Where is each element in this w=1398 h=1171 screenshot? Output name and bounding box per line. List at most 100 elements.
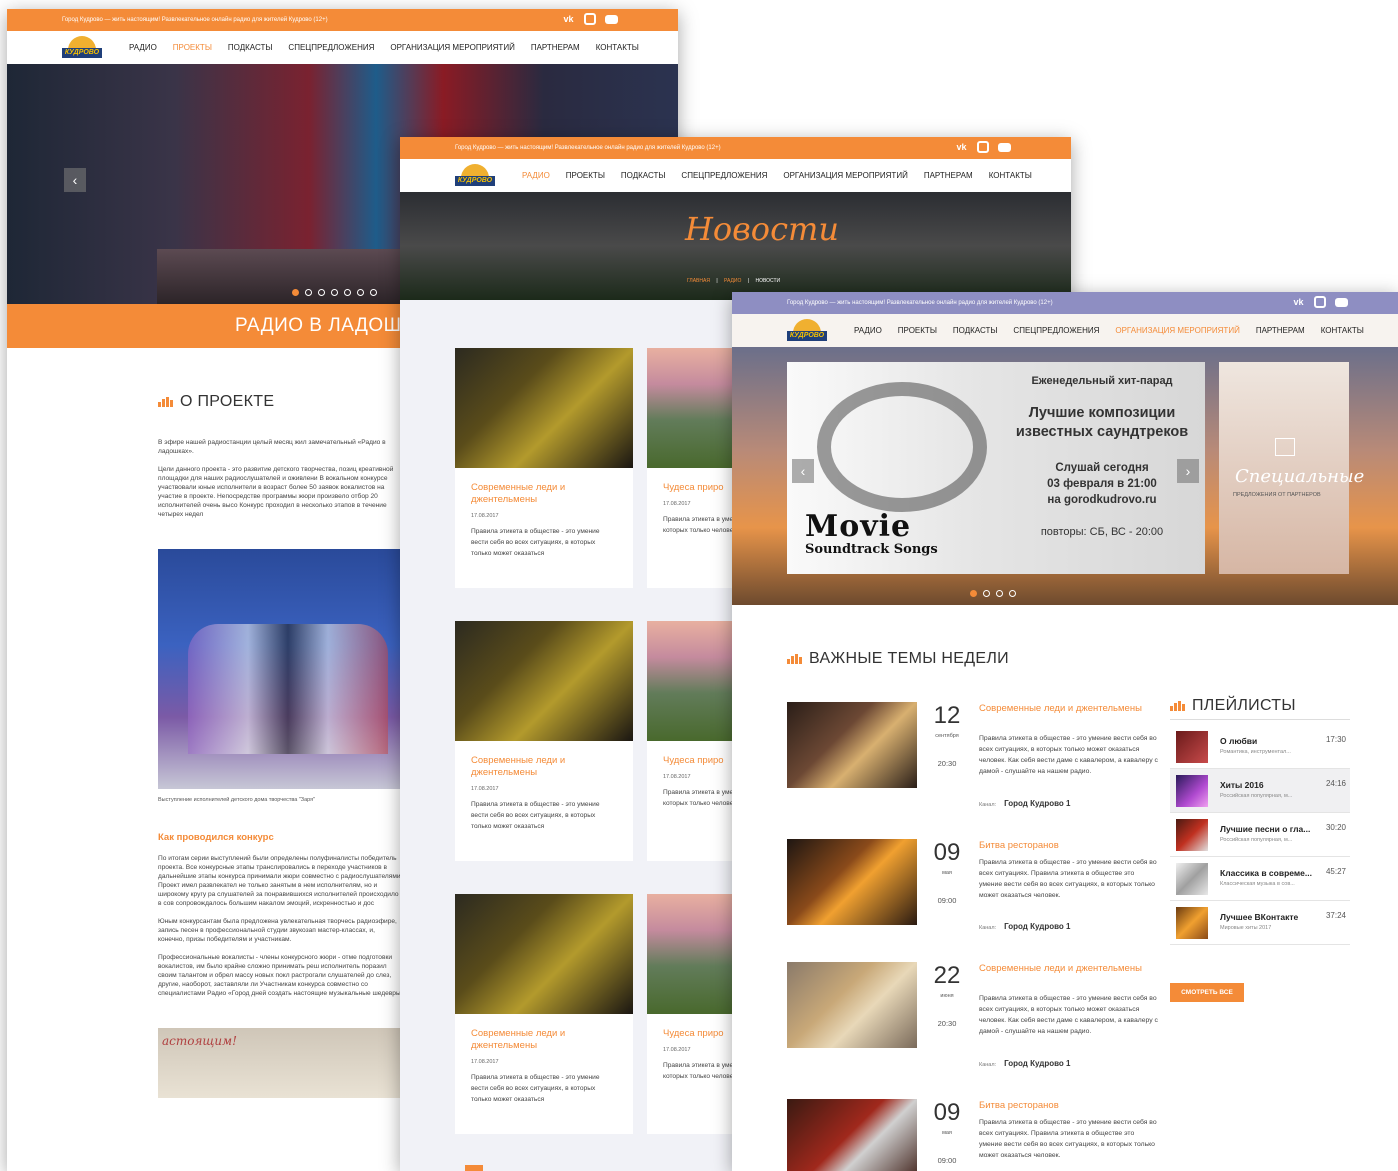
social-icons: vk	[562, 13, 618, 25]
slide-side-offer[interactable]: Специальные ПРЕДЛОЖЕНИЯ ОТ ПАРТНЕРОВ	[1219, 362, 1364, 574]
site-logo[interactable]: КУДРОВО	[62, 36, 102, 60]
news-item-image	[787, 702, 917, 788]
news-channel-name[interactable]: Город Кудрово 1	[1004, 922, 1070, 931]
pagination-marker[interactable]	[465, 1165, 483, 1171]
instagram-icon[interactable]	[1314, 296, 1326, 308]
slider-dot[interactable]	[331, 289, 338, 296]
vk-icon[interactable]: vk	[1292, 296, 1305, 308]
news-card[interactable]: Современные леди и джентельмены 17.08.20…	[455, 621, 633, 861]
nav-events[interactable]: ОРГАНИЗАЦИЯ МЕРОПРИЯТИЙ	[390, 43, 514, 52]
nav-special-offers[interactable]: СПЕЦПРЕДЛОЖЕНИЯ	[288, 43, 374, 52]
hero-title: Новости	[685, 210, 839, 248]
nav-projects[interactable]: ПРОЕКТЫ	[566, 171, 605, 180]
slider-prev-arrow[interactable]: ‹	[792, 459, 814, 483]
youtube-icon[interactable]	[998, 143, 1011, 152]
playlist-item[interactable]: Лучшие песни о гла... Российская популяр…	[1170, 813, 1350, 857]
bottom-banner-image: астоящим!	[158, 1028, 403, 1098]
news-day: 09	[933, 1099, 961, 1126]
playlist-duration: 37:24	[1325, 911, 1346, 920]
news-item[interactable]: 12 сентября 20:30 Современные леди и дже…	[787, 702, 1167, 822]
slider-dot[interactable]	[318, 289, 325, 296]
site-logo[interactable]: КУДРОВО	[455, 164, 495, 188]
playlist-name: Хиты 2016	[1220, 780, 1264, 790]
news-title[interactable]: Современные леди и джентельмены	[979, 702, 1169, 715]
section-title-about: О ПРОЕКТЕ	[158, 393, 408, 411]
news-card-date: 17.08.2017	[471, 786, 499, 792]
nav-contacts[interactable]: КОНТАКТЫ	[1321, 326, 1364, 335]
nav-partners[interactable]: ПАРТНЕРАМ	[1256, 326, 1305, 335]
vk-icon[interactable]: vk	[955, 141, 968, 153]
slider-next-arrow[interactable]: ›	[1177, 459, 1199, 483]
photo-children-group	[188, 624, 388, 754]
youtube-icon[interactable]	[605, 15, 618, 24]
nav-projects[interactable]: ПРОЕКТЫ	[173, 43, 212, 52]
nav-events[interactable]: ОРГАНИЗАЦИЯ МЕРОПРИЯТИЙ	[1115, 326, 1239, 335]
nav-projects[interactable]: ПРОЕКТЫ	[898, 326, 937, 335]
nav-podcasts[interactable]: ПОДКАСТЫ	[621, 171, 666, 180]
news-card[interactable]: Современные леди и джентельмены 17.08.20…	[455, 348, 633, 588]
playlist-item[interactable]: Хиты 2016 Российская популярная, м... 24…	[1170, 769, 1350, 813]
slider-dot[interactable]	[357, 289, 364, 296]
playlist-genre: Российская популярная, м...	[1220, 793, 1293, 799]
slider-dot[interactable]	[970, 590, 977, 597]
news-card-title[interactable]: Современные леди и джентельмены	[455, 1014, 633, 1052]
contest-paragraph: По итогам серии выступлений были определ…	[158, 855, 403, 907]
nav-partners[interactable]: ПАРТНЕРАМ	[531, 43, 580, 52]
playlist-item[interactable]: О любви Романтика, инструментал... 17:30	[1170, 725, 1350, 769]
section-title-topics: ВАЖНЫЕ ТЕМЫ НЕДЕЛИ	[787, 650, 1009, 668]
breadcrumb-radio[interactable]: РАДИО	[724, 278, 741, 284]
top-bar-text: Город Кудрово — жить настоящим! Развлека…	[455, 145, 721, 151]
nav-radio[interactable]: РАДИО	[854, 326, 882, 335]
nav-radio[interactable]: РАДИО	[522, 171, 550, 180]
playlist-name: Лучшие песни о гла...	[1220, 824, 1311, 834]
nav-partners[interactable]: ПАРТНЕРАМ	[924, 171, 973, 180]
nav-events[interactable]: ОРГАНИЗАЦИЯ МЕРОПРИЯТИЙ	[783, 171, 907, 180]
nav-special-offers[interactable]: СПЕЦПРЕДЛОЖЕНИЯ	[681, 171, 767, 180]
news-title[interactable]: Битва ресторанов	[979, 839, 1169, 852]
nav-podcasts[interactable]: ПОДКАСТЫ	[953, 326, 998, 335]
nav-special-offers[interactable]: СПЕЦПРЕДЛОЖЕНИЯ	[1013, 326, 1099, 335]
slider-dot[interactable]	[996, 590, 1003, 597]
news-title[interactable]: Битва ресторанов	[979, 1099, 1169, 1112]
vk-icon[interactable]: vk	[562, 13, 575, 25]
instagram-icon[interactable]	[584, 13, 596, 25]
instagram-icon[interactable]	[977, 141, 989, 153]
slider-dot[interactable]	[292, 289, 299, 296]
news-card[interactable]: Современные леди и джентельмены 17.08.20…	[455, 894, 633, 1134]
logo-text: КУДРОВО	[62, 48, 102, 58]
news-item[interactable]: 22 июня 20:30 Современные леди и джентел…	[787, 962, 1167, 1082]
news-card-title[interactable]: Современные леди и джентельмены	[455, 741, 633, 779]
playlists-title-text: ПЛЕЙЛИСТЫ	[1192, 697, 1296, 714]
nav-radio[interactable]: РАДИО	[129, 43, 157, 52]
playlist-name: Лучшее ВКонтакте	[1220, 912, 1299, 922]
site-logo[interactable]: КУДРОВО	[787, 319, 827, 343]
news-channel-name[interactable]: Город Кудрово 1	[1004, 799, 1070, 808]
social-icons: vk	[955, 141, 1011, 153]
nav-contacts[interactable]: КОНТАКТЫ	[596, 43, 639, 52]
news-item[interactable]: 09 мая 09:00 Битва ресторанов Правила эт…	[787, 839, 1167, 959]
playlist-item[interactable]: Классика в совреме... Классическая музык…	[1170, 857, 1350, 901]
playlist-item[interactable]: Лучшее ВКонтакте Мировые хиты 2017 37:24	[1170, 901, 1350, 945]
see-all-button[interactable]: СМОТРЕТЬ ВСЕ	[1170, 983, 1244, 1002]
news-title[interactable]: Современные леди и джентельмены	[979, 962, 1169, 975]
slider-dot[interactable]	[370, 289, 377, 296]
nav-podcasts[interactable]: ПОДКАСТЫ	[228, 43, 273, 52]
news-channel: Канал: Город Кудрово 1	[979, 922, 1070, 931]
slider-dot[interactable]	[344, 289, 351, 296]
breadcrumb-home[interactable]: ГЛАВНАЯ	[687, 278, 710, 284]
bars-icon	[787, 654, 802, 664]
youtube-icon[interactable]	[1335, 298, 1348, 307]
slider-prev-arrow[interactable]: ‹	[64, 168, 86, 192]
nav-contacts[interactable]: КОНТАКТЫ	[989, 171, 1032, 180]
playlists-title: ПЛЕЙЛИСТЫ	[1170, 697, 1350, 715]
intro-paragraph: В эфире нашей радиостанции целый месяц ж…	[158, 439, 386, 455]
slider-dot[interactable]	[983, 590, 990, 597]
main-nav: КУДРОВО РАДИО ПРОЕКТЫ ПОДКАСТЫ СПЕЦПРЕДЛ…	[7, 31, 678, 64]
slider-dot[interactable]	[1009, 590, 1016, 597]
slider-dot[interactable]	[305, 289, 312, 296]
main-nav: КУДРОВО РАДИО ПРОЕКТЫ ПОДКАСТЫ СПЕЦПРЕДЛ…	[732, 314, 1398, 347]
news-channel-name[interactable]: Город Кудрово 1	[1004, 1059, 1070, 1068]
news-card-title[interactable]: Современные леди и джентельмены	[455, 468, 633, 506]
film-reel-image	[817, 382, 987, 512]
news-item[interactable]: 09 мая 09:00 Битва ресторанов Правила эт…	[787, 1099, 1167, 1171]
